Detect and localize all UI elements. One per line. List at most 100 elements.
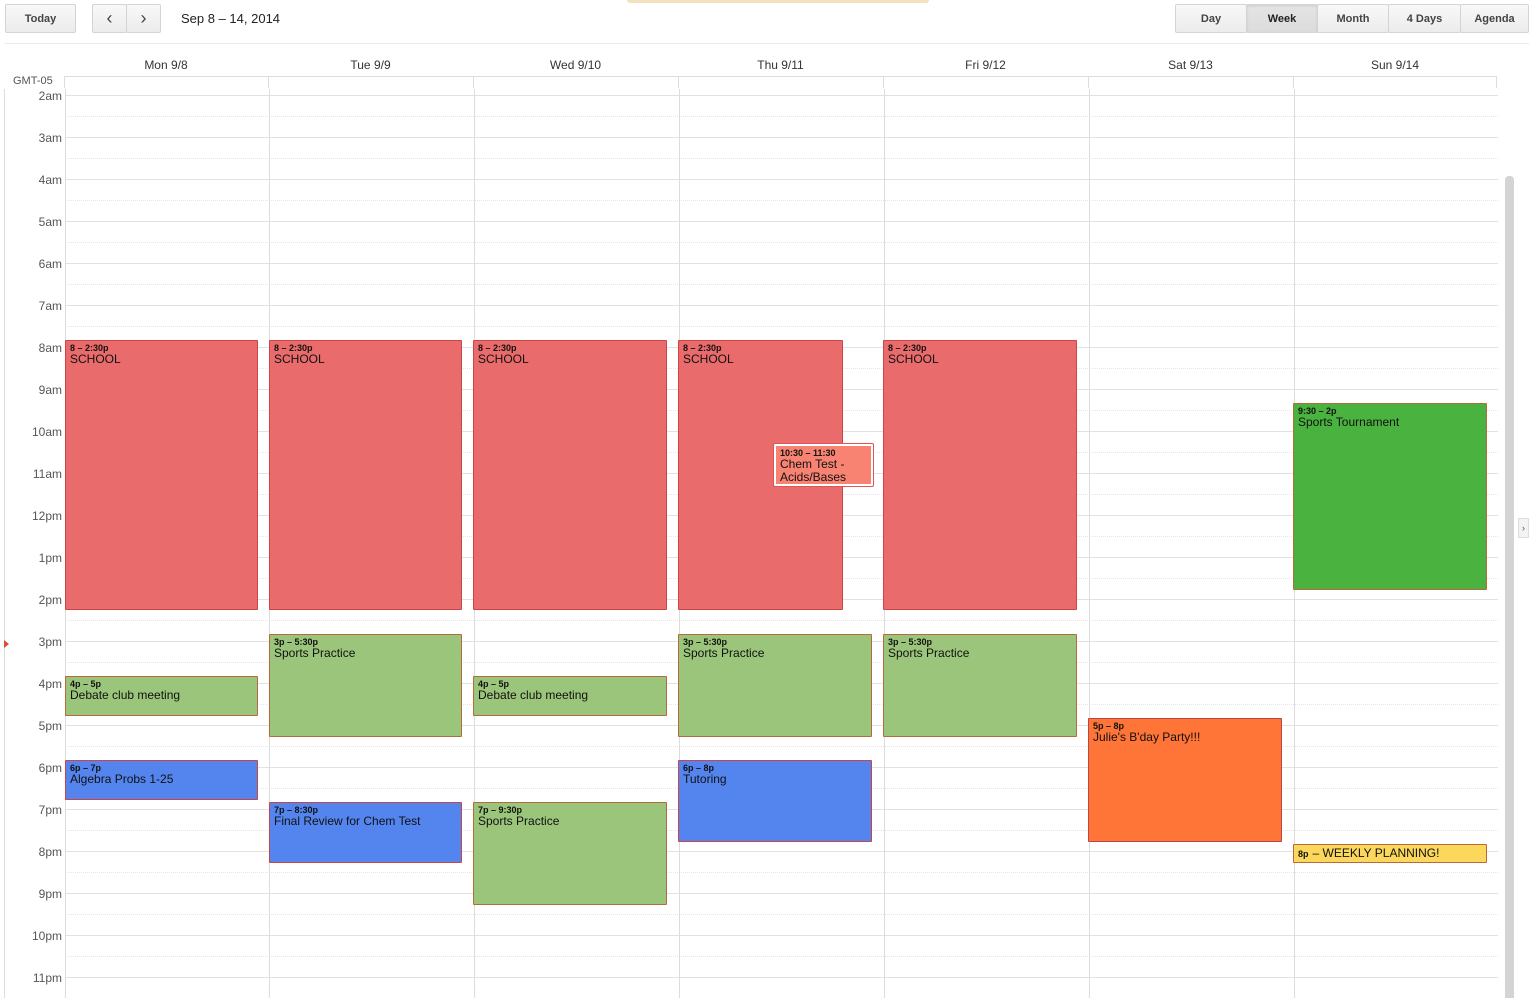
event-sports-practice-tue[interactable]: 3p – 5:30p Sports Practice <box>269 634 462 737</box>
today-button[interactable]: Today <box>5 4 76 33</box>
hour-label: 7pm <box>38 803 62 817</box>
event-sports-practice-wed[interactable]: 7p – 9:30p Sports Practice <box>473 802 667 905</box>
event-chem-test[interactable]: 10:30 – 11:30 Chem Test - Acids/Bases <box>773 443 874 487</box>
event-sports-practice-fri[interactable]: 3p – 5:30p Sports Practice <box>883 634 1077 737</box>
event-sports-tournament[interactable]: 9:30 – 2p Sports Tournament <box>1293 403 1487 590</box>
event-algebra-probs[interactable]: 6p – 7p Algebra Probs 1-25 <box>65 760 258 800</box>
hour-line <box>65 221 1498 222</box>
half-hour-line <box>65 914 1498 915</box>
event-school-mon[interactable]: 8 – 2:30p SCHOOL <box>65 340 258 610</box>
event-time: 8p <box>1298 848 1309 859</box>
event-title: Sports Practice <box>683 646 765 660</box>
hour-label: 4am <box>38 173 62 187</box>
view-day-button[interactable]: Day <box>1175 4 1247 33</box>
hour-line <box>65 137 1498 138</box>
hour-label: 3am <box>38 131 62 145</box>
all-day-divider <box>268 76 269 88</box>
event-title: SCHOOL <box>683 352 734 366</box>
timezone-label: GMT-05 <box>13 75 53 87</box>
week-time-grid[interactable]: 2am 3am 4am 5am 6am 7am 8am 9am 10am 11a… <box>4 89 1498 998</box>
header-divider <box>4 43 1529 44</box>
event-title: Debate club meeting <box>478 688 589 702</box>
half-hour-line <box>65 242 1498 243</box>
hour-label: 12pm <box>31 509 62 523</box>
hour-line <box>65 179 1498 180</box>
event-title: SCHOOL <box>274 352 325 366</box>
prev-week-button[interactable]: ‹ <box>92 4 127 33</box>
event-debate-club-mon[interactable]: 4p – 5p Debate club meeting <box>65 676 258 716</box>
event-title: Algebra Probs 1-25 <box>70 772 174 786</box>
view-month-button[interactable]: Month <box>1317 4 1389 33</box>
event-title: SCHOOL <box>70 352 121 366</box>
view-4days-button[interactable]: 4 Days <box>1388 4 1461 33</box>
event-title: Julie's B'day Party!!! <box>1093 730 1201 744</box>
hour-line <box>65 263 1498 264</box>
hour-label: 10am <box>31 425 62 439</box>
hour-label: 6pm <box>38 761 62 775</box>
chevron-right-icon: › <box>140 8 147 28</box>
half-hour-line <box>65 872 1498 873</box>
side-panel-toggle[interactable]: › <box>1518 518 1529 538</box>
all-day-divider <box>678 76 679 88</box>
day-column-divider <box>1089 89 1090 998</box>
hour-label: 8am <box>38 341 62 355</box>
half-hour-line <box>65 956 1498 957</box>
all-day-divider <box>1088 76 1089 88</box>
chevron-right-icon: › <box>1522 523 1525 533</box>
event-title: Tutoring <box>683 772 727 786</box>
half-hour-line <box>65 326 1498 327</box>
hour-label: 9pm <box>38 887 62 901</box>
hour-line <box>65 935 1498 936</box>
event-title: Sports Practice <box>274 646 356 660</box>
hour-label: 11am <box>32 467 62 481</box>
chevron-left-icon: ‹ <box>106 8 113 28</box>
event-final-review-chem[interactable]: 7p – 8:30p Final Review for Chem Test <box>269 802 462 863</box>
day-header-sat[interactable]: Sat 9/13 <box>1088 58 1293 72</box>
half-hour-line <box>65 116 1498 117</box>
day-header-wed[interactable]: Wed 9/10 <box>473 58 678 72</box>
half-hour-line <box>65 620 1498 621</box>
day-header-fri[interactable]: Fri 9/12 <box>883 58 1088 72</box>
half-hour-line <box>65 158 1498 159</box>
event-school-wed[interactable]: 8 – 2:30p SCHOOL <box>473 340 667 610</box>
all-day-divider <box>883 76 884 88</box>
hour-label: 2pm <box>38 593 62 607</box>
hour-label: 1pm <box>38 551 62 565</box>
hour-label: 3pm <box>38 635 62 649</box>
view-week-button[interactable]: Week <box>1246 4 1318 33</box>
date-range-title: Sep 8 – 14, 2014 <box>181 11 281 26</box>
event-julies-bday-party[interactable]: 5p – 8p Julie's B'day Party!!! <box>1088 718 1282 842</box>
hour-line <box>65 977 1498 978</box>
day-header-mon[interactable]: Mon 9/8 <box>64 58 268 72</box>
event-title: Final Review for Chem Test <box>274 814 421 828</box>
hour-label: 8pm <box>38 845 62 859</box>
event-title: Sports Practice <box>478 814 560 828</box>
event-title: Debate club meeting <box>70 688 181 702</box>
event-weekly-planning[interactable]: 8p – WEEKLY PLANNING! <box>1293 844 1487 863</box>
hour-label: 7am <box>38 299 62 313</box>
event-sports-practice-thu[interactable]: 3p – 5:30p Sports Practice <box>678 634 872 737</box>
event-tutoring[interactable]: 6p – 8p Tutoring <box>678 760 872 842</box>
event-title: SCHOOL <box>478 352 529 366</box>
day-header-sun[interactable]: Sun 9/14 <box>1293 58 1497 72</box>
hour-label: 5am <box>38 215 62 229</box>
notification-bar <box>627 0 929 3</box>
hour-label: 10pm <box>31 929 62 943</box>
day-header-tue[interactable]: Tue 9/9 <box>268 58 473 72</box>
all-day-divider <box>1293 76 1294 88</box>
view-agenda-button[interactable]: Agenda <box>1460 4 1529 33</box>
vertical-scrollbar[interactable] <box>1505 176 1514 998</box>
event-debate-club-wed[interactable]: 4p – 5p Debate club meeting <box>473 676 667 716</box>
hour-line <box>65 305 1498 306</box>
half-hour-line <box>65 746 1498 747</box>
half-hour-line <box>65 200 1498 201</box>
event-school-tue[interactable]: 8 – 2:30p SCHOOL <box>269 340 462 610</box>
day-header-thu[interactable]: Thu 9/11 <box>678 58 883 72</box>
next-week-button[interactable]: › <box>126 4 161 33</box>
all-day-row[interactable] <box>64 76 1497 88</box>
hour-label: 9am <box>38 383 62 397</box>
event-title: Chem Test - Acids/Bases <box>780 457 847 484</box>
all-day-divider <box>473 76 474 88</box>
hour-label: 5pm <box>38 719 62 733</box>
event-school-fri[interactable]: 8 – 2:30p SCHOOL <box>883 340 1077 610</box>
